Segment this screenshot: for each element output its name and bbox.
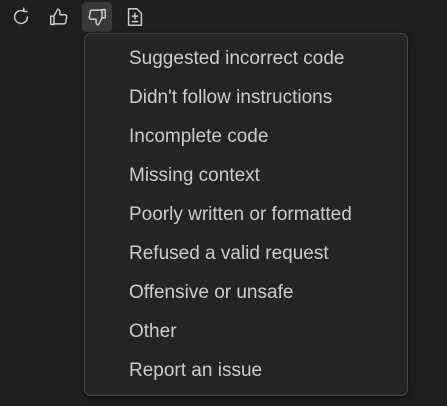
feedback-dropdown-menu: Suggested incorrect code Didn't follow i… bbox=[84, 33, 408, 396]
insert-diff-icon bbox=[127, 8, 143, 26]
menu-item-missing-context[interactable]: Missing context bbox=[85, 156, 407, 195]
menu-item-didnt-follow-instructions[interactable]: Didn't follow instructions bbox=[85, 78, 407, 117]
refresh-icon bbox=[13, 7, 29, 25]
thumbs-up-button[interactable] bbox=[44, 2, 74, 32]
menu-item-suggested-incorrect-code[interactable]: Suggested incorrect code bbox=[85, 39, 407, 78]
thumbs-up-icon bbox=[50, 8, 68, 26]
menu-item-incomplete-code[interactable]: Incomplete code bbox=[85, 117, 407, 156]
regenerate-button[interactable] bbox=[6, 2, 36, 32]
menu-item-refused-valid-request[interactable]: Refused a valid request bbox=[85, 234, 407, 273]
thumbs-down-icon bbox=[88, 8, 106, 26]
menu-item-other[interactable]: Other bbox=[85, 312, 407, 351]
feedback-toolbar bbox=[6, 1, 150, 33]
insert-diff-button[interactable] bbox=[120, 2, 150, 32]
menu-item-poorly-written[interactable]: Poorly written or formatted bbox=[85, 195, 407, 234]
thumbs-down-button[interactable] bbox=[82, 2, 112, 32]
menu-item-report-issue[interactable]: Report an issue bbox=[85, 351, 407, 390]
menu-item-offensive-or-unsafe[interactable]: Offensive or unsafe bbox=[85, 273, 407, 312]
